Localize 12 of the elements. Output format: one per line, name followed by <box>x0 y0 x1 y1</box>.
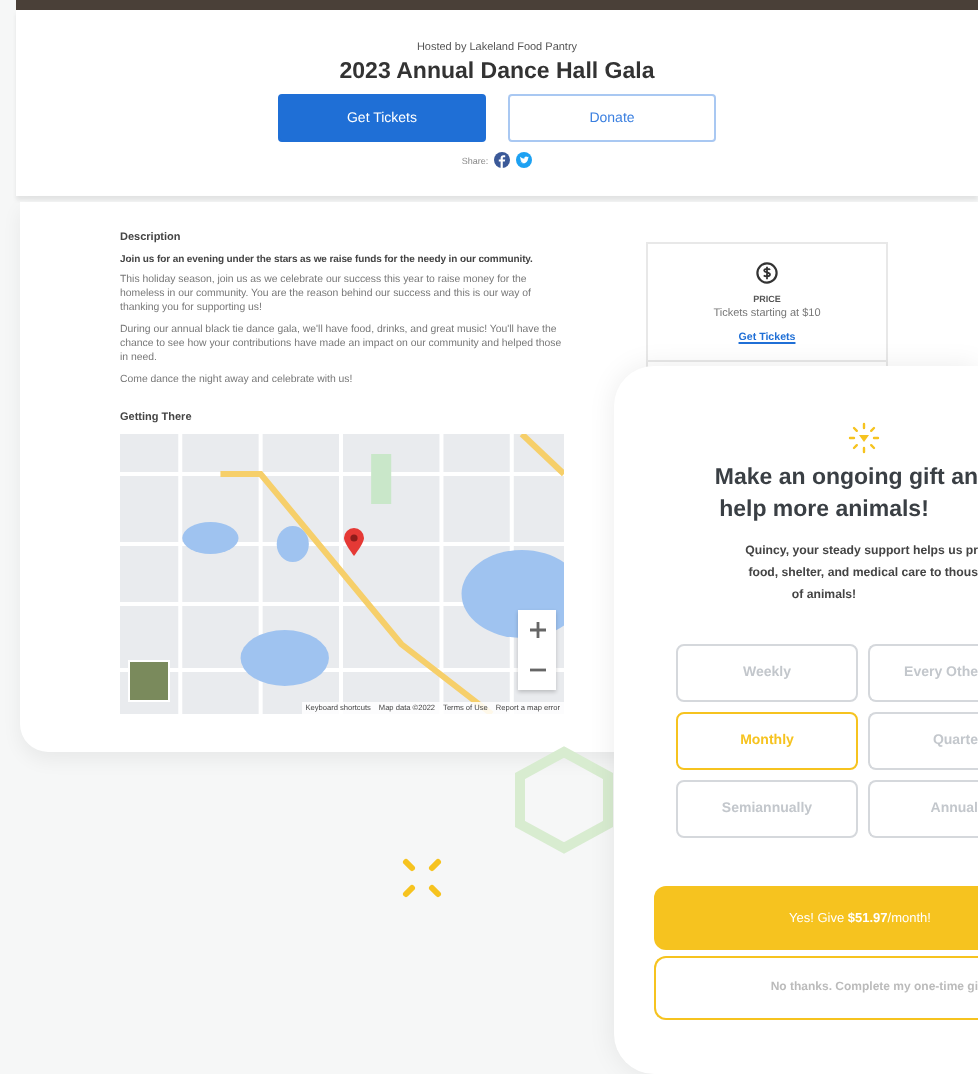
event-title: 2023 Annual Dance Hall Gala <box>339 60 655 84</box>
dollar-icon <box>756 262 778 284</box>
sun-icon <box>848 422 880 454</box>
twitter-icon[interactable] <box>516 152 533 168</box>
hexagon-outline-icon <box>514 746 614 854</box>
satellite-thumbnail[interactable] <box>128 660 170 702</box>
modal-heading: Make an ongoing gift an <box>712 464 978 494</box>
sparkle-icon <box>398 854 446 902</box>
modal-heading: help more animals! <box>717 496 931 526</box>
map-pin-icon <box>344 528 364 556</box>
facebook-icon[interactable] <box>494 152 511 168</box>
zoom-in-icon[interactable] <box>529 622 545 638</box>
